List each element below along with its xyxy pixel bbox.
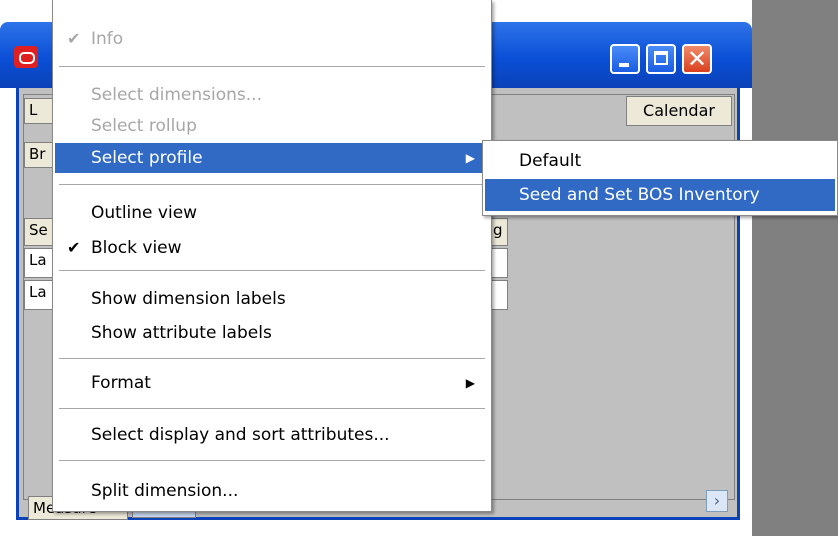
menu-item-show-dimension-labels[interactable]: Show dimension labels: [55, 284, 489, 314]
checkmark-icon: ✔: [67, 29, 81, 48]
menu-item-label: Select rollup: [91, 116, 197, 136]
menu-item-split-dimension[interactable]: Split dimension...: [55, 476, 489, 506]
menu-item-label: Outline view: [91, 203, 198, 223]
maximize-button[interactable]: [646, 44, 676, 74]
submenu-item-label: Seed and Set BOS Inventory: [519, 185, 760, 205]
menu-item-label: Info: [91, 29, 124, 49]
scroll-right-button[interactable]: ›: [706, 490, 728, 512]
submenu-arrow-icon: ▶: [465, 376, 475, 390]
menu-item-select-dimensions[interactable]: Select dimensions...: [55, 80, 489, 110]
menu-item-label: Show dimension labels: [91, 289, 286, 309]
close-icon: ✕: [687, 45, 708, 73]
submenu-item-seed-and-set-bos-inventory[interactable]: Seed and Set BOS Inventory: [485, 179, 835, 211]
menu-separator: [59, 184, 485, 185]
menu-item-label: Select display and sort attributes...: [91, 425, 390, 445]
minimize-button[interactable]: [610, 44, 640, 74]
menu-separator: [59, 270, 485, 271]
menu-item-label: Block view: [91, 238, 182, 258]
submenu-item-label: Default: [519, 151, 582, 171]
menu-item-show-attribute-labels[interactable]: Show attribute labels: [55, 318, 489, 348]
context-menu: ✔ Info Select dimensions... Select rollu…: [52, 0, 492, 512]
menu-separator: [59, 460, 485, 461]
menu-item-select-rollup[interactable]: Select rollup: [55, 111, 489, 141]
checkmark-icon: ✔: [67, 238, 81, 257]
app-logo-icon: [14, 46, 38, 68]
menu-item-label: Format: [91, 373, 151, 393]
menu-separator: [59, 358, 485, 359]
desktop-background: [752, 0, 838, 536]
close-button[interactable]: ✕: [682, 44, 712, 74]
menu-item-format[interactable]: Format ▶: [55, 368, 489, 398]
menu-item-info[interactable]: ✔ Info: [55, 24, 489, 54]
maximize-icon: [654, 51, 668, 65]
submenu-arrow-icon: ▶: [465, 151, 475, 165]
calendar-button[interactable]: Calendar: [626, 96, 732, 126]
minimize-icon: [619, 63, 629, 67]
menu-item-label: Split dimension...: [91, 481, 239, 501]
menu-item-select-display-sort-attributes[interactable]: Select display and sort attributes...: [55, 420, 489, 450]
submenu-item-default[interactable]: Default: [485, 145, 835, 177]
menu-item-outline-view[interactable]: Outline view: [55, 198, 489, 228]
menu-separator: [59, 66, 485, 67]
menu-item-label: Select profile: [91, 148, 203, 168]
menu-item-label: Select dimensions...: [91, 85, 262, 105]
profile-submenu: Default Seed and Set BOS Inventory: [482, 140, 838, 216]
menu-separator: [59, 408, 485, 409]
menu-item-select-profile[interactable]: Select profile ▶: [55, 143, 489, 173]
menu-item-label: Show attribute labels: [91, 323, 272, 343]
menu-item-block-view[interactable]: ✔ Block view: [55, 233, 489, 263]
